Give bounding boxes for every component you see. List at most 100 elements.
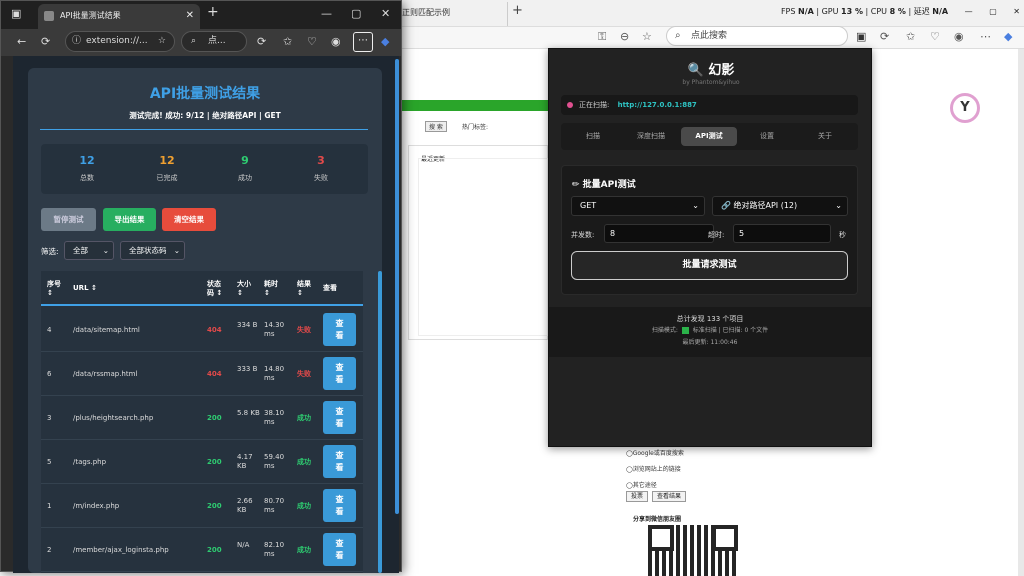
favorites-bar-icon[interactable]: ✩: [906, 30, 915, 43]
window-content: API批量测试结果 测试完成! 成功: 9/12 | 绝对路径API | GET…: [13, 56, 399, 573]
view-button[interactable]: 查看: [323, 313, 356, 346]
view-button[interactable]: 查看: [323, 489, 356, 522]
concurrency-input[interactable]: 8: [604, 224, 714, 243]
fps-value: N/A: [798, 7, 814, 16]
filter-status-select[interactable]: 全部状态码 ⌄: [120, 241, 185, 260]
concurrency-label: 并发数:: [571, 231, 595, 239]
api-type-value: 🔗 绝对路径API (12): [721, 201, 798, 210]
close-tab-icon[interactable]: ✕: [186, 4, 194, 28]
table-row: 2/member/ajax_loginsta.php 200 N/A 82.10 ms…: [41, 528, 363, 572]
method-select[interactable]: GET ⌄: [571, 196, 705, 216]
scan-mode-line: 扫描模式: 标准扫描 | 已扫描: 0 个文件: [549, 325, 871, 337]
title-divider: [40, 129, 368, 130]
cell-url: /data/rssmap.html: [73, 370, 138, 378]
tab-scan[interactable]: 扫描: [565, 127, 621, 146]
cell-index: 6: [47, 370, 52, 378]
profile-icon[interactable]: ◉: [954, 30, 964, 43]
background-scrollbar[interactable]: [1018, 49, 1024, 576]
table-scrollbar[interactable]: [378, 271, 382, 573]
gpu-label: GPU: [821, 7, 839, 16]
back-icon[interactable]: ←: [17, 35, 26, 48]
new-tab-icon[interactable]: +: [207, 4, 219, 20]
refresh-extension-icon[interactable]: ⟳: [880, 30, 889, 43]
window-search-box[interactable]: ⌕ 点...: [181, 31, 247, 52]
tab-settings[interactable]: 设置: [739, 127, 795, 146]
background-search-box[interactable]: ⌕ 点此搜索: [666, 26, 848, 46]
api-type-select[interactable]: 🔗 绝对路径API (12) ⌄: [712, 196, 848, 216]
results-table: 序号 ↕ URL ↕ 状态码 ↕ 大小 ↕ 耗时 ↕ 结果 ↕ 查看 4/dat…: [41, 271, 363, 573]
col-index[interactable]: 序号 ↕: [47, 280, 67, 298]
address-bar[interactable]: ⓘ extension://... ☆: [65, 31, 175, 52]
col-status[interactable]: 状态码 ↕: [207, 280, 227, 298]
window-search-text: 点...: [208, 36, 226, 46]
table-row: 1/m/index.php 200 2.66 KB 80.70 ms 成功 查看: [41, 484, 363, 528]
col-time[interactable]: 耗时 ↕: [264, 280, 282, 298]
view-button[interactable]: 查看: [323, 357, 356, 390]
tab-actions-icon[interactable]: ▣: [11, 7, 21, 20]
stat-completed: 12 已完成: [127, 154, 207, 183]
survey-option[interactable]: ◯浏览网站上的链接: [626, 462, 684, 478]
survey-option[interactable]: ◯Google或百度搜索: [626, 446, 684, 462]
copilot-icon[interactable]: ◆: [381, 35, 389, 48]
maximize-icon[interactable]: ▢: [989, 7, 997, 16]
more-icon[interactable]: ⋯: [980, 30, 991, 43]
page-title: API批量测试结果: [149, 86, 261, 102]
cell-result: 失败: [297, 326, 311, 334]
fps-label: FPS: [780, 7, 796, 16]
zoom-icon[interactable]: ⊖: [620, 30, 629, 43]
background-tab[interactable]: 正则匹配示例: [398, 2, 508, 26]
key-icon[interactable]: ⚿: [598, 30, 606, 44]
favorite-icon[interactable]: ☆: [158, 32, 166, 51]
view-button[interactable]: 查看: [323, 533, 356, 566]
profile-icon[interactable]: ◉: [331, 35, 341, 48]
tab-deep-scan[interactable]: 深度扫描: [623, 127, 679, 146]
view-results-button[interactable]: 查看结果: [651, 491, 686, 502]
tab-about[interactable]: 关于: [797, 127, 853, 146]
refresh-icon[interactable]: ⟳: [41, 35, 50, 48]
tab-api-test[interactable]: API测试: [681, 127, 737, 146]
batch-api-title: ✏ 批量API测试: [572, 180, 636, 190]
stat-total: 12 总数: [47, 154, 127, 183]
vote-button[interactable]: 投票: [626, 491, 649, 502]
search-icon: ⌕: [675, 30, 681, 41]
cell-status: 200: [207, 502, 222, 510]
cell-result: 成功: [297, 502, 311, 510]
export-results-button[interactable]: 导出结果: [103, 208, 156, 231]
batch-request-button[interactable]: 批量请求测试: [571, 251, 848, 280]
view-button[interactable]: 查看: [323, 445, 356, 478]
recent-updates-list: [418, 158, 548, 336]
active-tab[interactable]: API批量测试结果 ✕: [38, 4, 200, 29]
pause-test-button[interactable]: 暂停测试: [41, 208, 96, 231]
favorites-bar-icon[interactable]: ✩: [283, 35, 292, 48]
results-window: ▣ API批量测试结果 ✕ + — ▢ ✕ ← ⟳ ⓘ extension://…: [0, 0, 402, 573]
col-url[interactable]: URL ↕: [73, 284, 97, 293]
cell-index: 4: [47, 326, 52, 334]
site-search-button[interactable]: 搜 索: [425, 121, 447, 132]
col-result[interactable]: 结果 ↕: [297, 280, 315, 298]
stat-completed-value: 12: [159, 154, 175, 167]
scan-mode-value: 标准扫描 | 已扫描: 0 个文件: [692, 327, 769, 334]
table-row: 3/plus/heightsearch.php 200 5.8 KB 38.10 ms…: [41, 396, 363, 440]
minimize-icon[interactable]: —: [321, 7, 332, 20]
cpu-label: CPU: [870, 7, 888, 16]
health-icon[interactable]: ♡: [307, 35, 317, 48]
close-window-icon[interactable]: ✕: [381, 7, 390, 20]
scan-mode-label: 扫描模式:: [651, 327, 678, 334]
favorite-icon[interactable]: ☆: [642, 30, 652, 43]
extension-refresh-icon[interactable]: ⟳: [257, 35, 266, 48]
copilot-icon[interactable]: ◆: [1004, 30, 1012, 43]
minimize-icon[interactable]: —: [965, 7, 973, 16]
col-size[interactable]: 大小 ↕: [237, 280, 255, 298]
more-button[interactable]: ⋯: [353, 32, 373, 52]
maximize-icon[interactable]: ▢: [351, 7, 361, 20]
new-tab-icon[interactable]: +: [512, 3, 523, 18]
view-button[interactable]: 查看: [323, 401, 356, 434]
window-scrollbar[interactable]: [395, 59, 399, 514]
health-icon[interactable]: ♡: [930, 30, 940, 43]
timeout-input[interactable]: 5: [733, 224, 831, 243]
close-icon[interactable]: ✕: [1013, 7, 1020, 16]
extension-icon[interactable]: ▣: [856, 30, 866, 43]
filter-result-select[interactable]: 全部 ⌄: [64, 241, 114, 260]
share-label: 分享到微信朋友圈: [633, 516, 682, 523]
clear-results-button[interactable]: 清空结果: [162, 208, 216, 231]
